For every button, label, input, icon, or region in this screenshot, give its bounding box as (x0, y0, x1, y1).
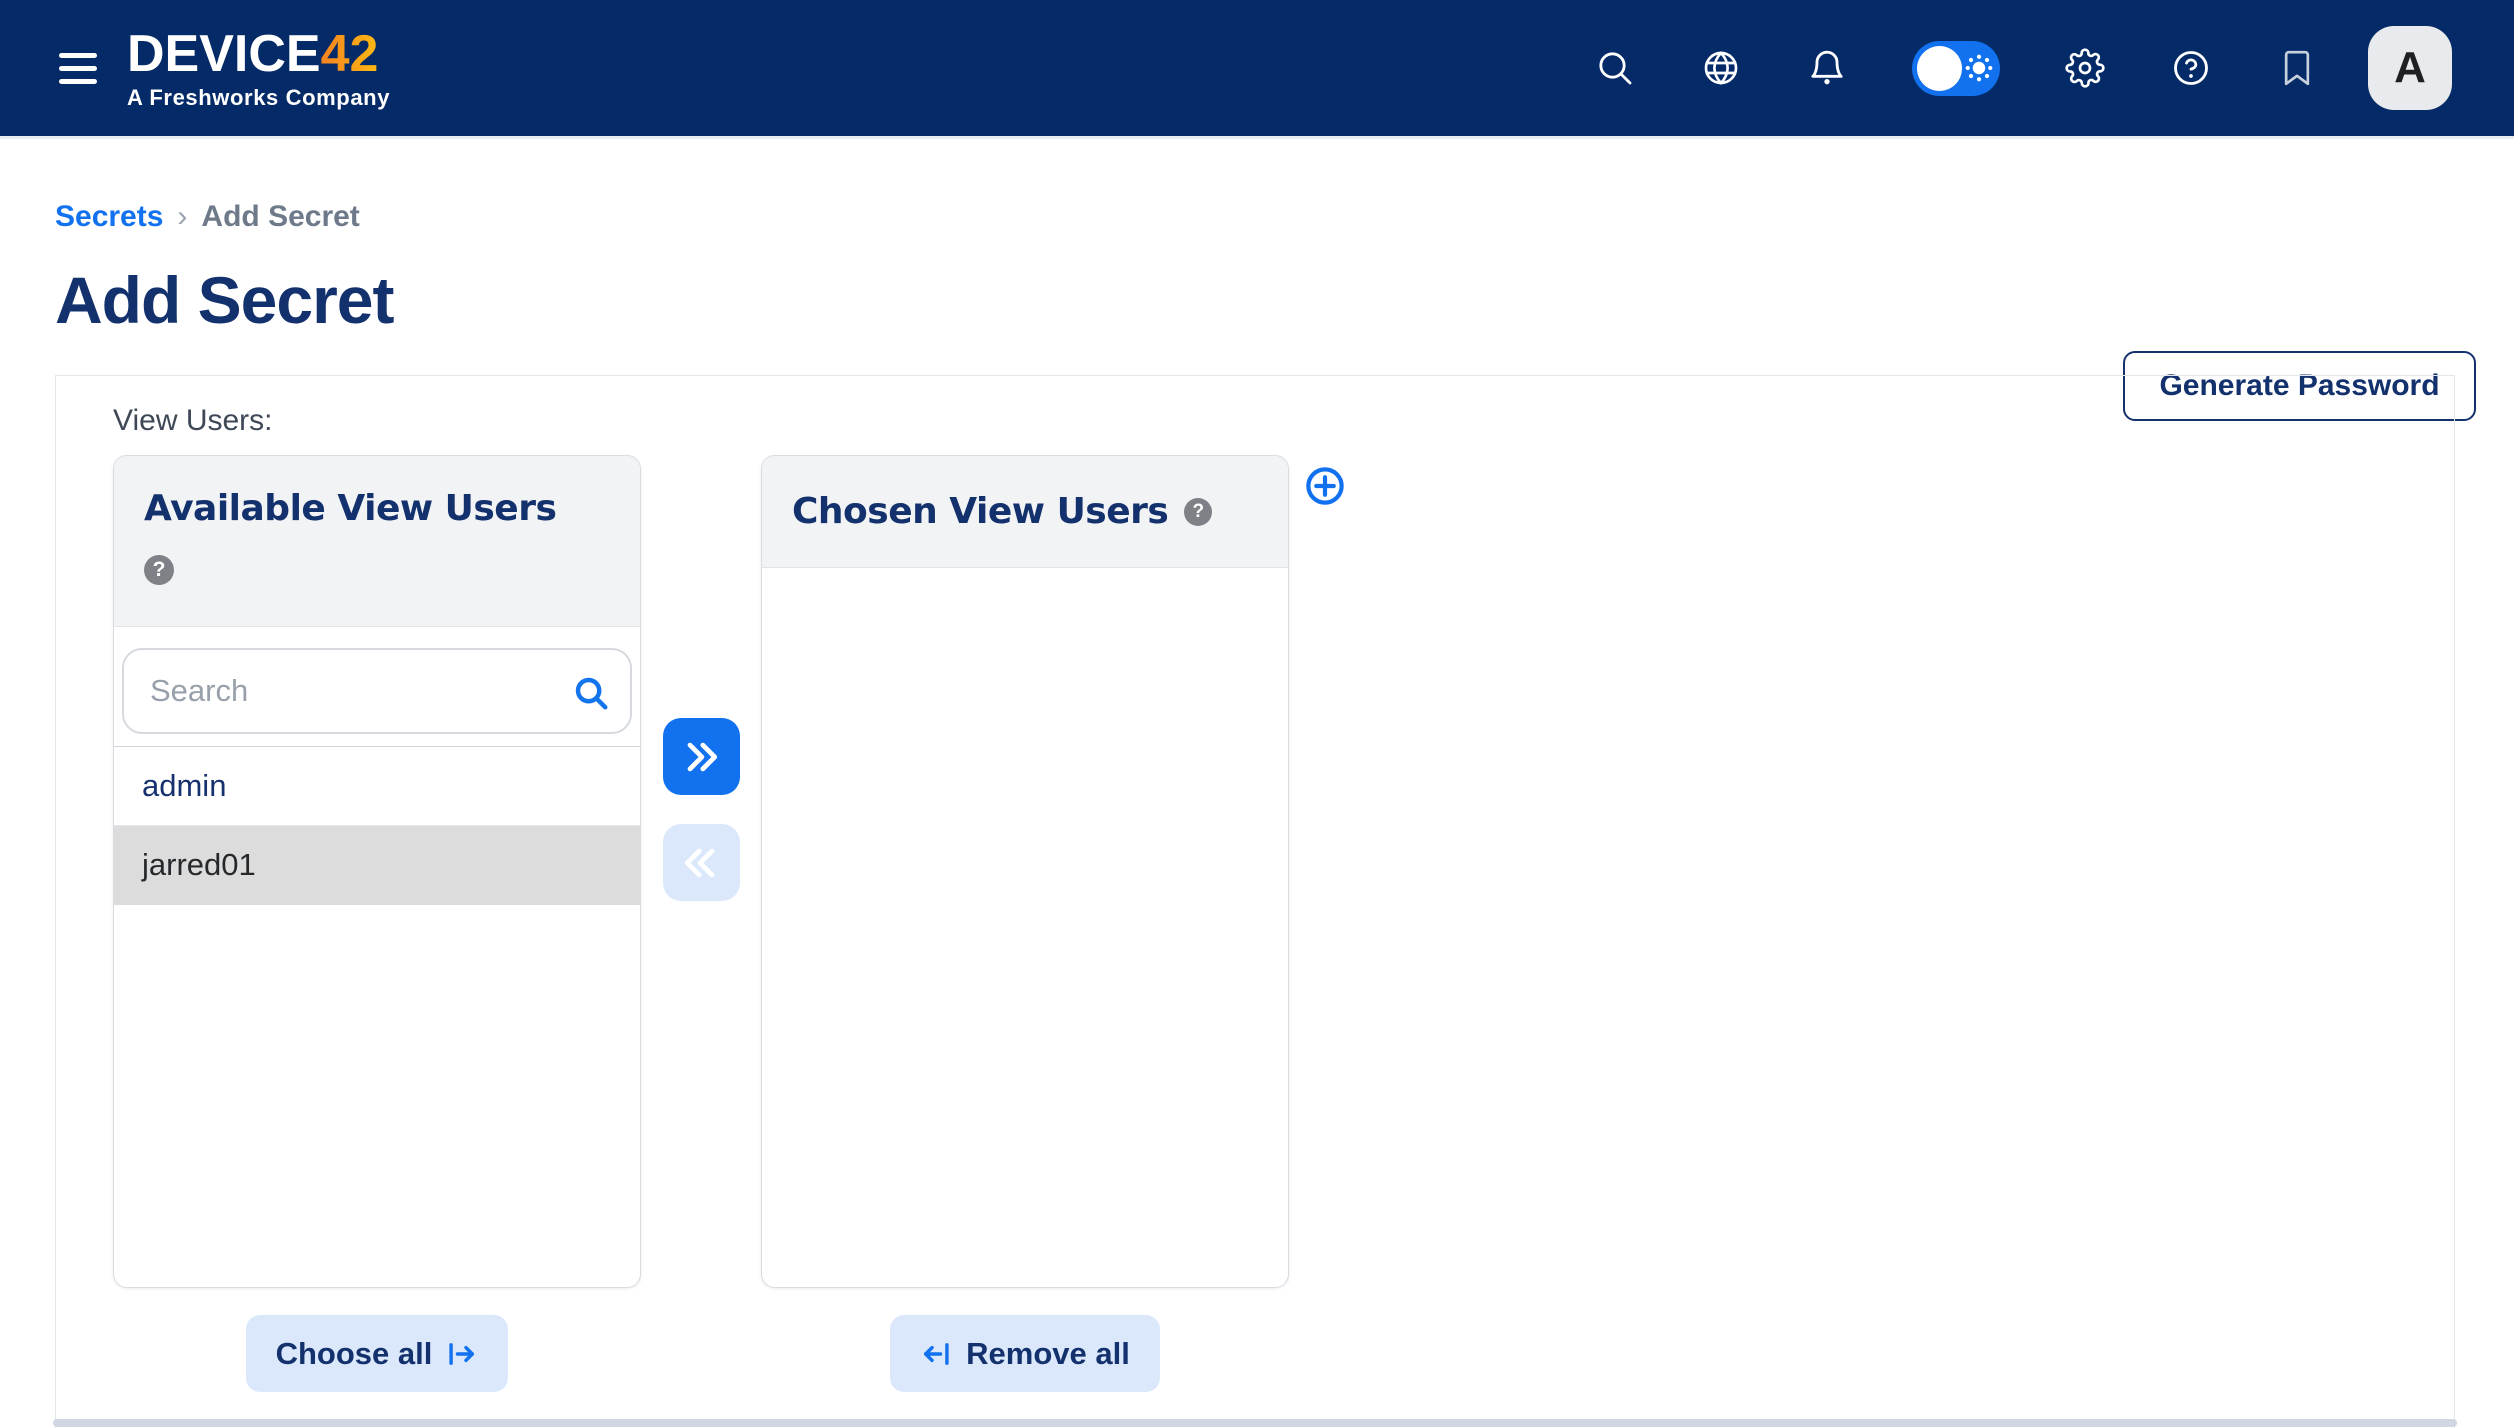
breadcrumb-secrets-link[interactable]: Secrets (55, 200, 163, 234)
view-users-label: View Users: (113, 404, 2454, 438)
help-icon[interactable] (2170, 47, 2212, 89)
available-search-input[interactable] (122, 648, 632, 734)
bulk-actions-row: Choose all Remove all (113, 1315, 2454, 1392)
page-title: Add Secret (55, 262, 2476, 339)
globe-icon[interactable] (1700, 47, 1742, 89)
logo-subtitle: A Freshworks Company (127, 87, 390, 109)
notifications-bell-icon[interactable] (1806, 47, 1848, 89)
logo-accent: 42 (321, 25, 379, 83)
move-to-chosen-button[interactable] (663, 718, 740, 795)
breadcrumb-separator: › (177, 200, 187, 234)
bookmark-icon[interactable] (2276, 47, 2318, 89)
chosen-help-icon[interactable]: ? (1184, 498, 1212, 526)
logo-wordmark: DEVICE42 (127, 28, 390, 80)
theme-toggle-switch[interactable] (1912, 41, 2000, 96)
double-chevron-left-icon (679, 841, 723, 885)
remove-all-button[interactable]: Remove all (890, 1315, 1160, 1392)
remove-all-label: Remove all (966, 1336, 1130, 1372)
breadcrumb: Secrets › Add Secret (55, 200, 2476, 234)
available-search-area (114, 627, 640, 747)
settings-gear-icon[interactable] (2064, 47, 2106, 89)
user-avatar[interactable]: A (2368, 26, 2452, 110)
user-transfer-widget: Available View Users ? adminjarred01 (113, 455, 2454, 1288)
page-header: Secrets › Add Secret Add Secret Generate… (0, 139, 2514, 339)
device42-logo[interactable]: DEVICE42 A Freshworks Company (127, 28, 390, 109)
choose-all-button[interactable]: Choose all (246, 1315, 509, 1392)
top-navbar: DEVICE42 A Freshworks Company (0, 0, 2514, 139)
available-search-icon[interactable] (572, 674, 610, 712)
available-users-panel: Available View Users ? adminjarred01 (113, 455, 641, 1288)
available-help-icon[interactable]: ? (144, 555, 174, 585)
arrow-left-bar-icon (920, 1337, 954, 1371)
choose-all-label: Choose all (276, 1336, 433, 1372)
sun-icon (1964, 53, 1994, 83)
add-secret-form-container: View Users: Available View Users ? admin… (55, 375, 2455, 1428)
bar-arrow-right-icon (444, 1337, 478, 1371)
hamburger-menu-icon[interactable] (55, 49, 101, 88)
list-item[interactable]: jarred01 (114, 826, 640, 905)
available-users-title: Available View Users (144, 488, 610, 529)
chosen-users-header: Chosen View Users ? (762, 456, 1288, 568)
available-user-list: adminjarred01 (114, 747, 640, 905)
move-to-available-button[interactable] (663, 824, 740, 901)
breadcrumb-current: Add Secret (201, 200, 359, 234)
transfer-buttons-column (641, 455, 761, 901)
chosen-users-title: Chosen View Users (792, 491, 1168, 532)
horizontal-scrollbar[interactable] (53, 1419, 2457, 1427)
add-user-plus-icon[interactable] (1304, 465, 1346, 507)
list-item[interactable]: admin (114, 747, 640, 826)
chosen-users-panel: Chosen View Users ? (761, 455, 1289, 1288)
search-icon[interactable] (1594, 47, 1636, 89)
toggle-knob (1917, 46, 1962, 91)
double-chevron-right-icon (679, 735, 723, 779)
available-users-header: Available View Users ? (114, 456, 640, 627)
